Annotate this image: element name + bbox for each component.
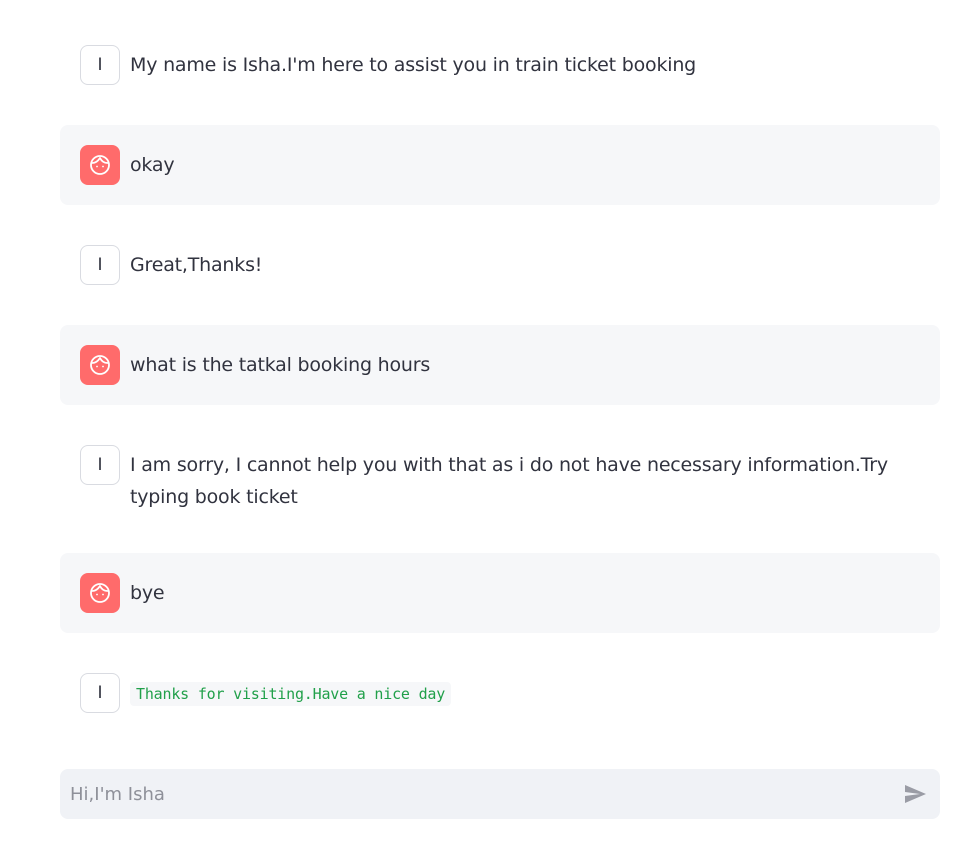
chat-message-assistant: I I am sorry, I cannot help you with tha… [60,425,940,533]
chat-message-user: what is the tatkal booking hours [60,325,940,405]
face-icon [80,145,120,185]
send-button[interactable] [890,769,940,819]
chat-message-assistant: I Thanks for visiting.Have a nice day [60,653,940,733]
assistant-avatar: I [80,45,120,85]
chat-message-assistant: I My name is Isha.I'm here to assist you… [60,25,940,105]
face-icon [80,573,120,613]
message-text: Thanks for visiting.Have a nice day [130,673,920,706]
chat-message-user: bye [60,553,940,633]
face-icon [80,345,120,385]
chat-input-bar [60,769,940,819]
message-text: what is the tatkal booking hours [130,354,431,376]
chat-input[interactable] [60,769,890,819]
chat-message-user: okay [60,125,940,205]
assistant-avatar: I [80,445,120,485]
assistant-avatar: I [80,673,120,713]
send-icon [905,785,926,803]
chat-history: I My name is Isha.I'm here to assist you… [60,25,940,753]
message-text: My name is Isha.I'm here to assist you i… [130,54,697,76]
chat-message-assistant: I Great,Thanks! [60,225,940,305]
message-text: I am sorry, I cannot help you with that … [130,454,888,508]
code-span: Thanks for visiting.Have a nice day [130,682,452,706]
message-text: okay [130,154,175,176]
message-text: Great,Thanks! [130,254,263,276]
message-text: bye [130,582,165,604]
assistant-avatar: I [80,245,120,285]
